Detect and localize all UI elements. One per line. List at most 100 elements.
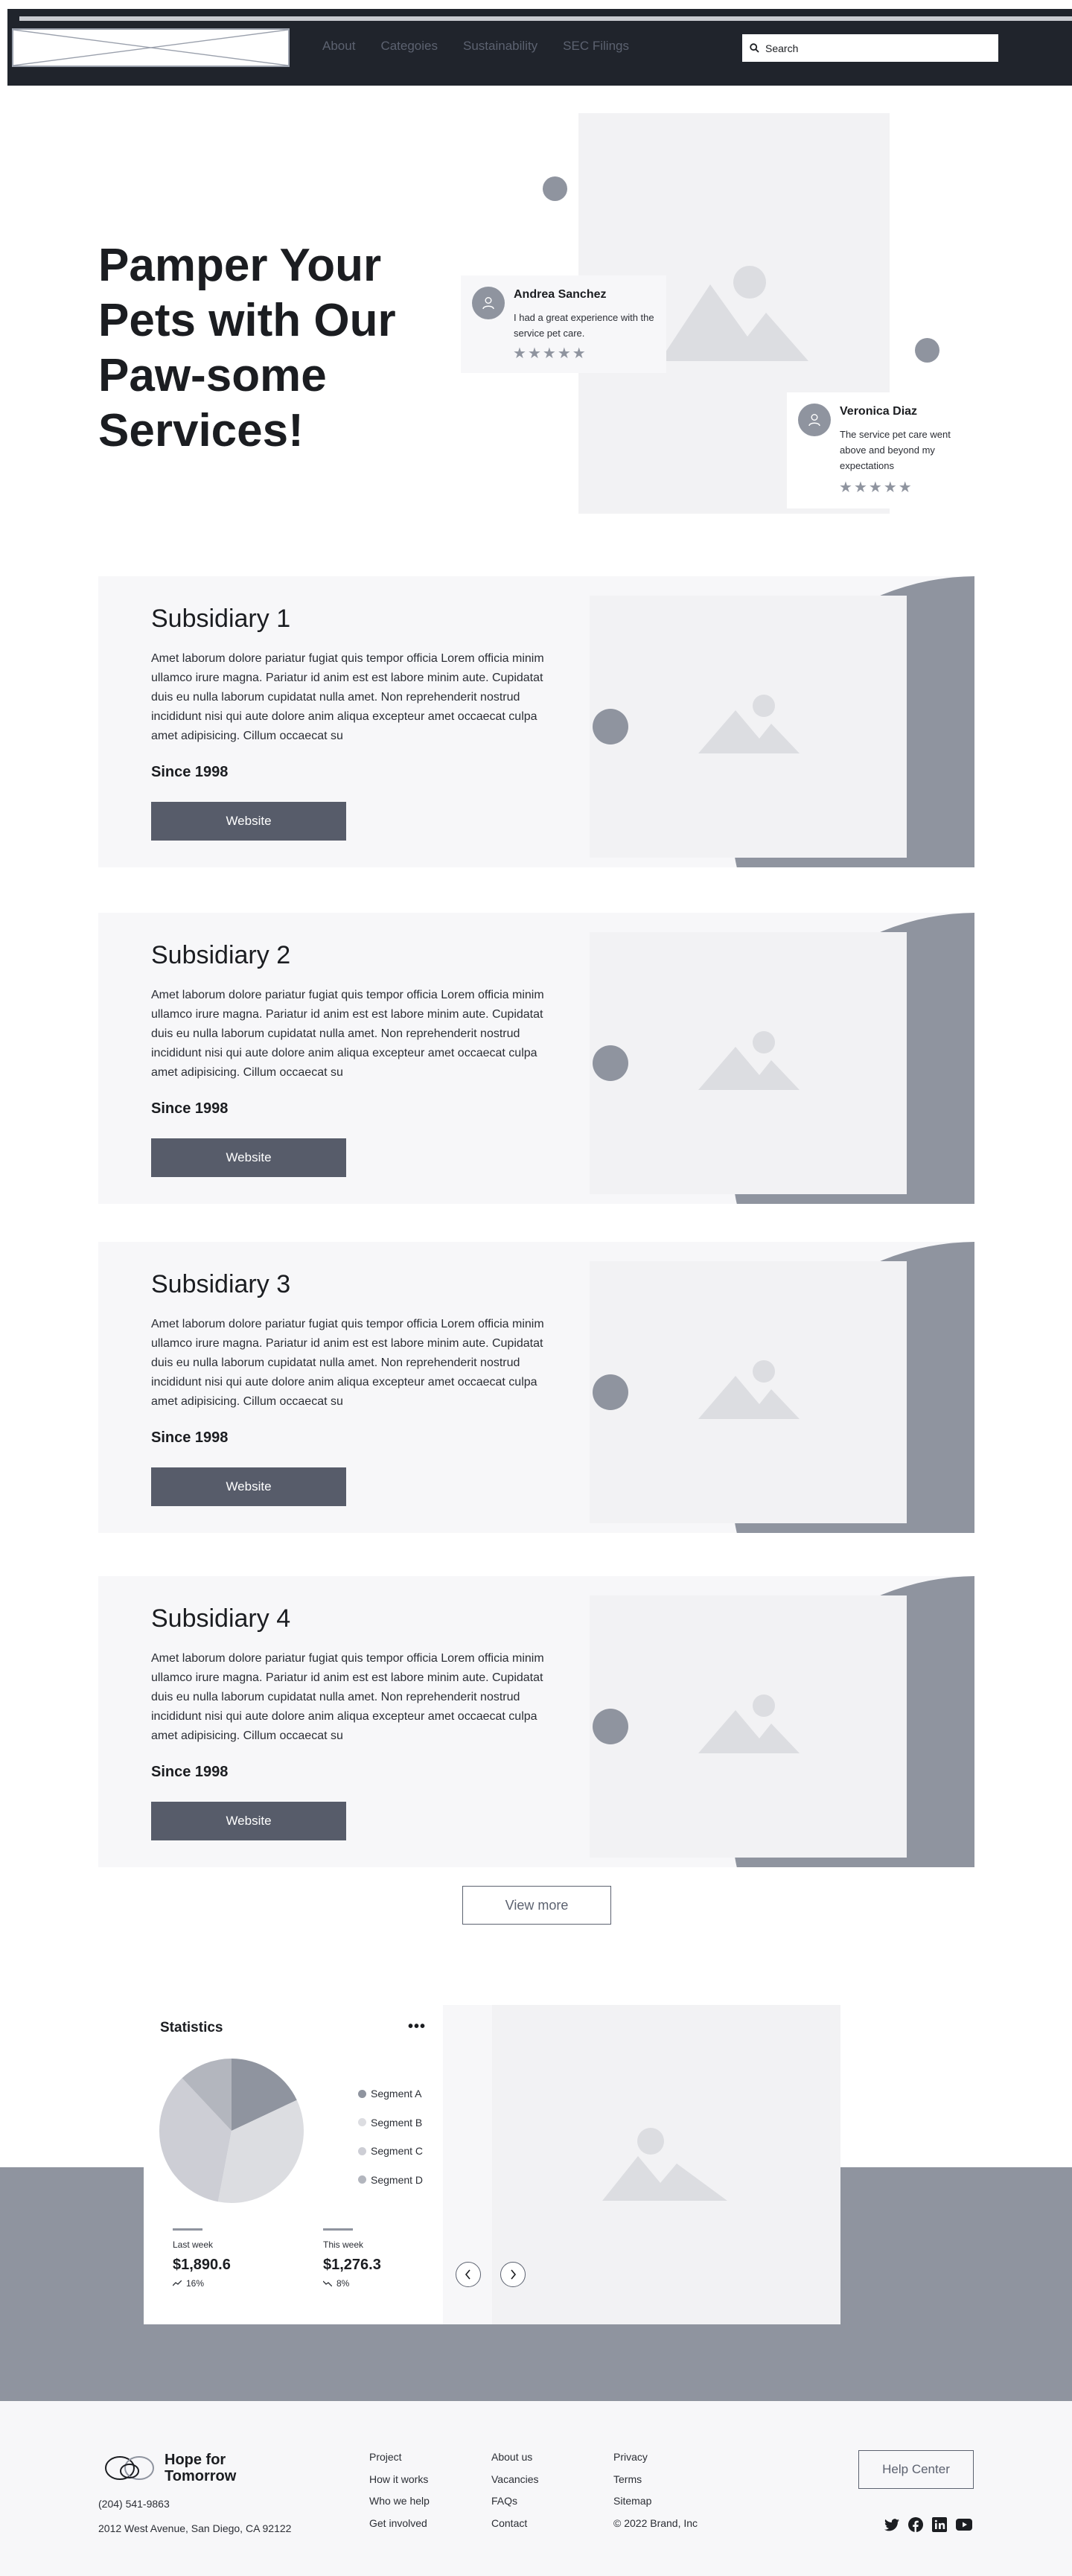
nav-link-sec-filings[interactable]: SEC Filings (563, 39, 629, 54)
footer-link-how-it-works[interactable]: How it works (369, 2473, 430, 2485)
metric-change: 8% (323, 2278, 435, 2289)
image-placeholder-icon (698, 1031, 800, 1090)
image-placeholder-icon (698, 695, 800, 753)
legend-swatch (358, 2146, 366, 2155)
website-button[interactable]: Website (151, 1467, 346, 1506)
decorative-dot (593, 709, 628, 745)
footer-link-project[interactable]: Project (369, 2452, 430, 2463)
metric-this-week: This week $1,276.3 8% (323, 2228, 435, 2289)
chevron-right-icon (511, 2269, 517, 2280)
image-placeholder-icon (602, 2128, 727, 2201)
subsidiary-title: Subsidiary 1 (151, 605, 291, 633)
website-button[interactable]: Website (151, 802, 346, 841)
website-button[interactable]: Website (151, 1802, 346, 1840)
footer-copyright: © 2022 Brand, Inc (613, 2516, 698, 2529)
legend-label: Segment D (371, 2173, 424, 2186)
star-icon: ★ (513, 345, 526, 362)
footer-link-contact[interactable]: Contact (491, 2517, 539, 2529)
main-nav: About Categoies Sustainability SEC Filin… (322, 39, 629, 54)
footer-link-sitemap[interactable]: Sitemap (613, 2496, 698, 2507)
footer-link-terms[interactable]: Terms (613, 2473, 698, 2485)
nav-link-about[interactable]: About (322, 39, 355, 54)
image-placeholder-icon (698, 1695, 800, 1753)
star-icon: ★ (527, 345, 541, 362)
subsidiary-title: Subsidiary 2 (151, 941, 291, 969)
subsidiary-description: Amet laborum dolore pariatur fugiat quis… (151, 1318, 544, 1408)
brand-name: Hope for Tomorrow (165, 2452, 237, 2484)
review-card: Veronica Diaz The service pet care went … (787, 392, 980, 508)
youtube-icon[interactable] (956, 2519, 972, 2531)
avatar (472, 287, 505, 319)
metric-bar (323, 2228, 353, 2231)
twitter-icon[interactable] (884, 2518, 899, 2531)
metric-bar (173, 2228, 202, 2231)
reviewer-name: Andrea Sanchez (514, 288, 607, 301)
legend-swatch (358, 2118, 366, 2127)
review-text: The service pet care went above and beyo… (840, 429, 951, 471)
brand-logo-icon (105, 2456, 154, 2480)
statistics-title: Statistics (160, 2020, 223, 2035)
decorative-dot (543, 176, 567, 201)
linkedin-icon[interactable] (932, 2517, 947, 2532)
website-button[interactable]: Website (151, 1138, 346, 1177)
help-center-button[interactable]: Help Center (858, 2450, 974, 2489)
metric-change-value: 8% (336, 2278, 350, 2289)
view-more-button[interactable]: View more (462, 1886, 611, 1925)
legend-label: Segment B (371, 2116, 423, 2129)
reviewer-name: Veronica Diaz (840, 405, 918, 418)
metric-value: $1,890.6 (173, 2257, 231, 2273)
star-icon: ★ (853, 479, 867, 496)
subsidiary-image (590, 1261, 907, 1523)
carousel-next-button[interactable] (500, 2262, 526, 2287)
metric-label: This week (323, 2239, 364, 2250)
chevron-left-icon (465, 2269, 470, 2280)
more-options-icon[interactable]: ••• (408, 2018, 426, 2035)
decorative-dot (593, 1045, 628, 1081)
footer-link-who-we-help[interactable]: Who we help (369, 2496, 430, 2507)
user-icon (482, 297, 494, 310)
subsidiary-description: Amet laborum dolore pariatur fugiat quis… (151, 652, 544, 742)
footer-link-get-involved[interactable]: Get involved (369, 2517, 430, 2529)
logo-placeholder[interactable] (12, 28, 290, 67)
image-placeholder-icon (660, 266, 808, 361)
logo-placeholder-graphic (13, 30, 288, 66)
subsidiary-card: Subsidiary 2 Amet laborum dolore pariatu… (98, 913, 974, 1204)
metric-value: $1,276.3 (323, 2257, 381, 2273)
subsidiary-image (590, 1595, 907, 1858)
legend-item: Segment B (358, 2108, 423, 2137)
trend-down-icon (323, 2280, 332, 2286)
subsidiary-description: Amet laborum dolore pariatur fugiat quis… (151, 989, 544, 1079)
chart-legend: Segment A Segment B Segment C Segment D (358, 2079, 423, 2194)
legend-swatch (358, 2089, 366, 2098)
star-icon: ★ (572, 345, 586, 362)
subsidiary-image (590, 932, 907, 1194)
decorative-dot (593, 1709, 628, 1744)
decorative-dot (915, 338, 939, 363)
footer-brand[interactable]: Hope for Tomorrow (102, 2452, 254, 2484)
footer-link-about-us[interactable]: About us (491, 2452, 539, 2463)
star-rating: ★ ★ ★ ★ ★ (839, 480, 912, 495)
subsidiary-title: Subsidiary 4 (151, 1604, 291, 1633)
legend-label: Segment C (371, 2145, 424, 2158)
footer-link-privacy[interactable]: Privacy (613, 2452, 698, 2463)
carousel-prev-button[interactable] (456, 2262, 481, 2287)
statistics-card: Statistics ••• Segment A Segment B Segme… (144, 2005, 443, 2324)
footer-column: Privacy Terms Sitemap © 2022 Brand, Inc (613, 2452, 698, 2529)
star-icon: ★ (557, 345, 571, 362)
footer-link-vacancies[interactable]: Vacancies (491, 2473, 539, 2485)
star-icon: ★ (839, 479, 852, 496)
nav-link-sustainability[interactable]: Sustainability (463, 39, 537, 54)
search-box[interactable] (742, 34, 998, 62)
nav-link-categories[interactable]: Categoies (380, 39, 438, 54)
subsidiary-description: Amet laborum dolore pariatur fugiat quis… (151, 1652, 544, 1742)
legend-item: Segment C (358, 2137, 423, 2166)
pie-chart (159, 2059, 304, 2203)
review-card: Andrea Sanchez I had a great experience … (461, 275, 666, 373)
subsidiary-since: Since 1998 (151, 1100, 229, 1117)
footer-column: Project How it works Who we help Get inv… (369, 2452, 430, 2529)
facebook-icon[interactable] (908, 2517, 923, 2532)
footer-address: 2012 West Avenue, San Diego, CA 92122 (98, 2522, 292, 2534)
legend-swatch (358, 2175, 366, 2184)
search-input[interactable] (765, 42, 974, 54)
footer-link-faqs[interactable]: FAQs (491, 2496, 539, 2507)
